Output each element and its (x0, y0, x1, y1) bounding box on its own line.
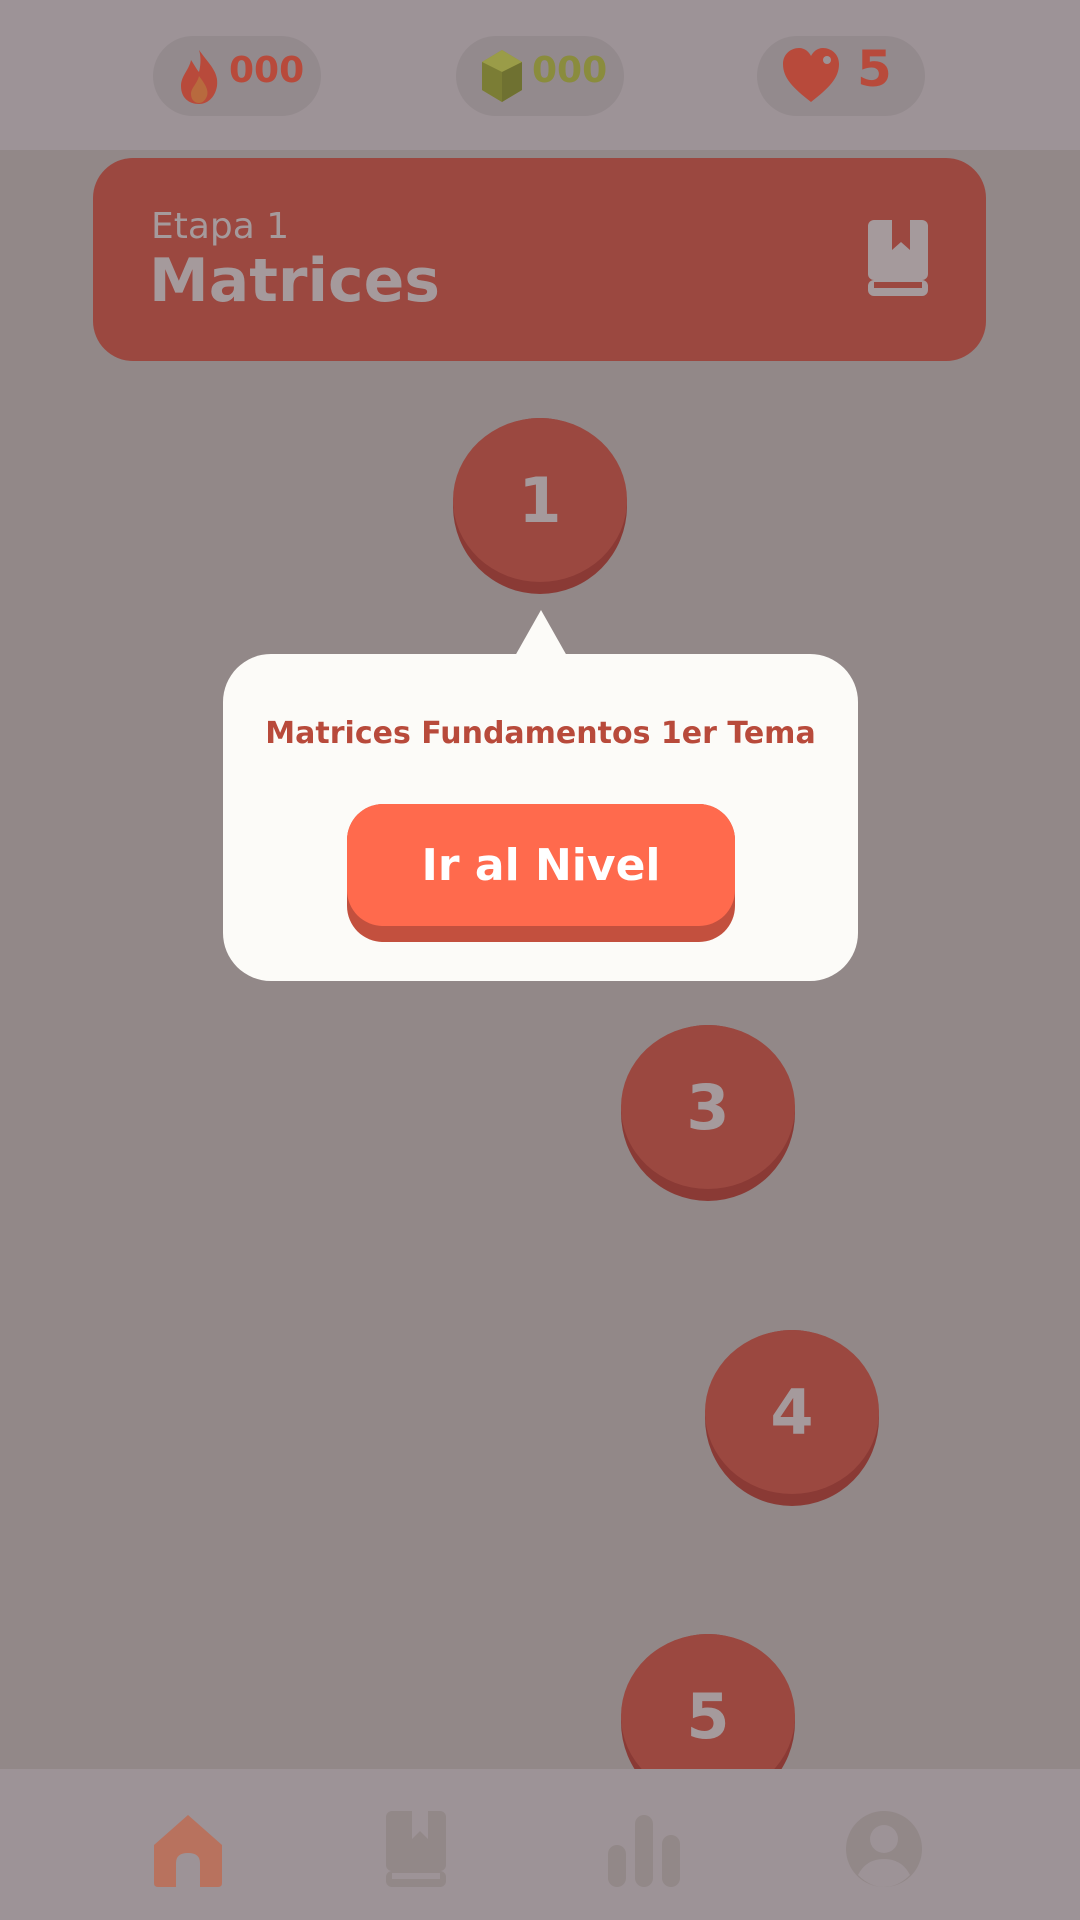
level-node-1[interactable]: 1 (453, 418, 627, 594)
profile-icon (844, 1811, 924, 1893)
lives-counter[interactable]: 5 (757, 36, 925, 116)
gems-value: 000 (532, 50, 608, 91)
book-icon[interactable] (868, 220, 928, 296)
flame-icon (169, 46, 229, 106)
nav-home[interactable] (148, 1809, 228, 1889)
stats-icon (604, 1815, 684, 1893)
bottom-nav (0, 1769, 1080, 1920)
nav-profile[interactable] (844, 1809, 924, 1889)
streak-value: 000 (229, 50, 305, 91)
popup-pointer (515, 610, 567, 656)
library-icon (376, 1811, 456, 1893)
level-node-4[interactable]: 4 (705, 1330, 879, 1506)
level-node-label: 4 (705, 1330, 879, 1494)
gem-icon (472, 46, 532, 106)
streak-counter[interactable]: 000 (153, 36, 321, 116)
level-popup: Matrices Fundamentos 1er Tema Ir al Nive… (223, 654, 858, 981)
go-to-level-label: Ir al Nivel (347, 804, 735, 926)
stage-subtitle: Etapa 1 (151, 206, 290, 247)
home-icon (148, 1815, 228, 1893)
level-node-label: 3 (621, 1025, 795, 1189)
level-node-label: 1 (453, 418, 627, 582)
stage-header[interactable]: Etapa 1 Matrices (93, 158, 986, 361)
stage-title: Matrices (149, 246, 441, 316)
gems-counter[interactable]: 000 (456, 36, 624, 116)
nav-stats[interactable] (604, 1809, 684, 1889)
popup-title: Matrices Fundamentos 1er Tema (265, 716, 816, 751)
heart-icon (779, 46, 839, 106)
level-node-3[interactable]: 3 (621, 1025, 795, 1201)
go-to-level-button[interactable]: Ir al Nivel (347, 804, 735, 942)
top-stats-bar: 000 000 5 (0, 0, 1080, 150)
nav-library[interactable] (376, 1809, 456, 1889)
lives-value: 5 (857, 40, 892, 98)
